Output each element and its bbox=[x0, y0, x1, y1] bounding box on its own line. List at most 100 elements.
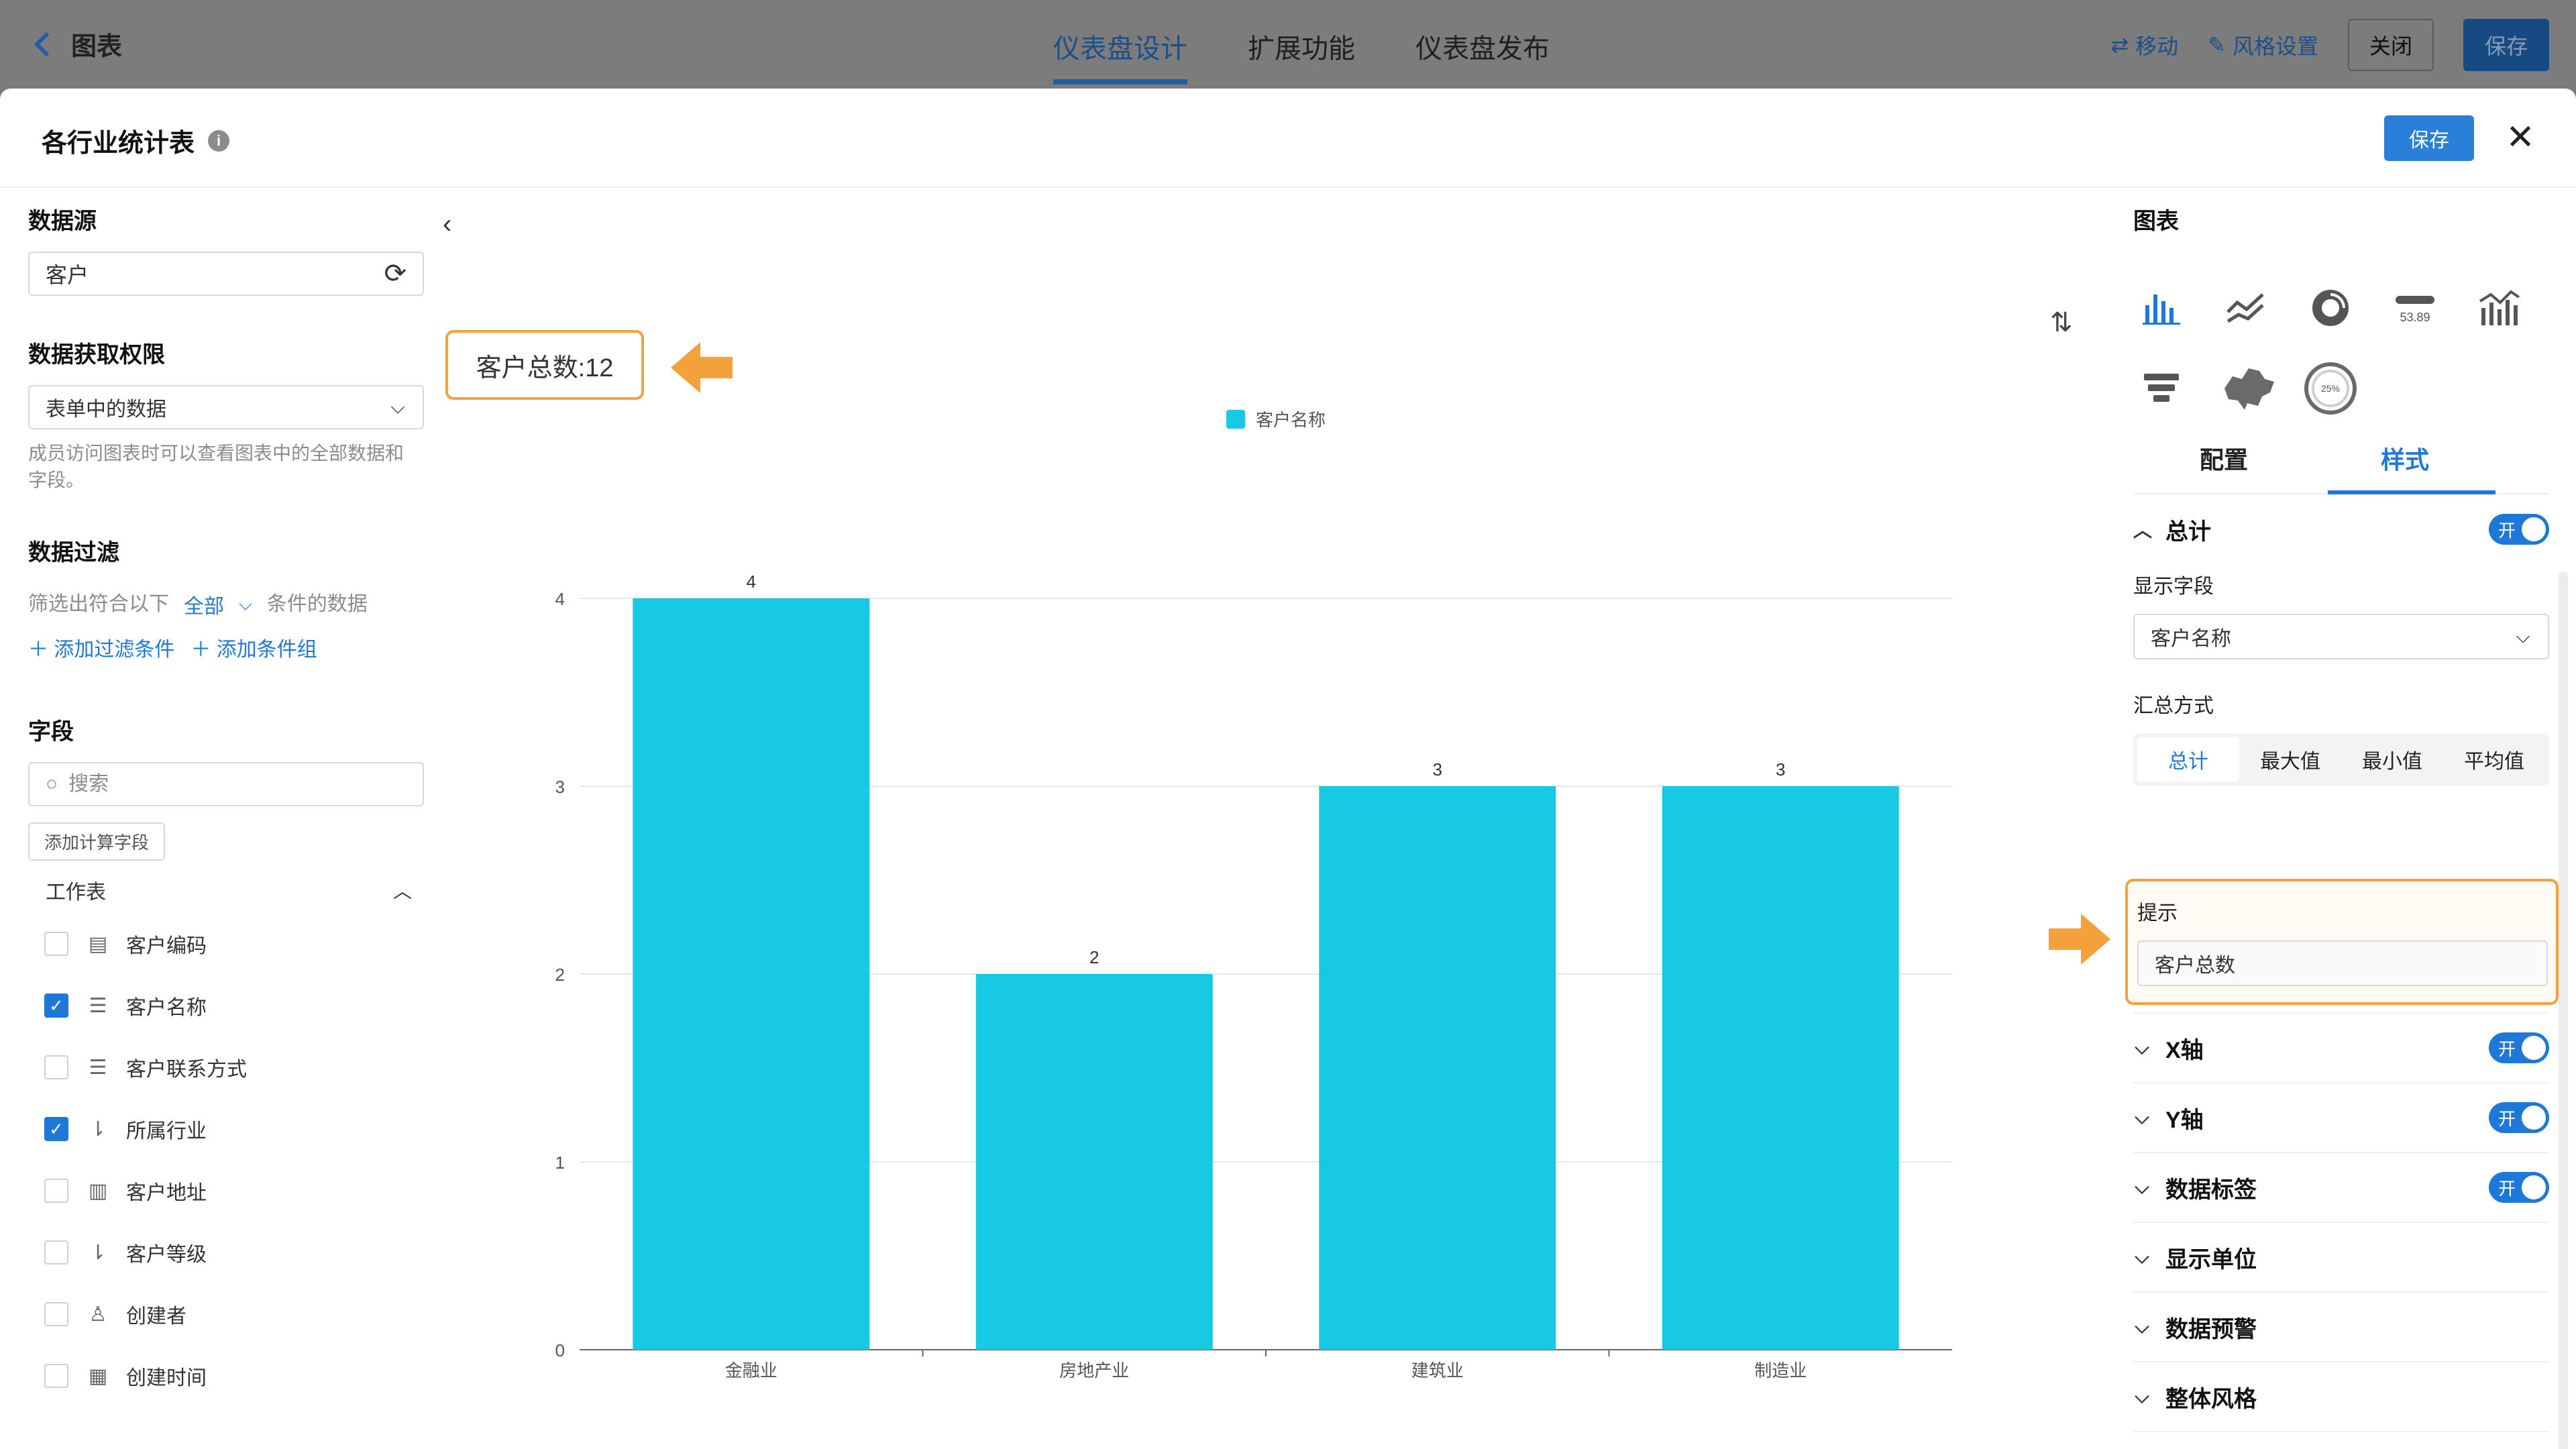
field-search[interactable]: ○ 搜索 bbox=[28, 762, 424, 806]
hint-value: 客户总数 bbox=[2155, 955, 2235, 977]
swap-axis-icon[interactable]: ⇅ bbox=[2050, 307, 2073, 338]
field-checkbox[interactable] bbox=[44, 1240, 68, 1265]
display-field-select[interactable]: 客户名称 ⌵ bbox=[2133, 614, 2549, 659]
text-icon: ☰ bbox=[89, 1056, 107, 1079]
info-icon[interactable]: i bbox=[208, 129, 230, 152]
filter-scope-select[interactable]: 全部 bbox=[184, 590, 224, 619]
add-group-button[interactable]: ＋ 添加条件组 bbox=[191, 633, 317, 662]
search-input[interactable]: 搜索 bbox=[68, 771, 109, 798]
summary-max-option[interactable]: 最大值 bbox=[2239, 737, 2341, 782]
left-panel: 数据源 客户 ⟳ 数据获取权限 表单中的数据 ⌵ 成员访问图表时可以查看图表中的… bbox=[28, 203, 424, 1407]
back-button[interactable]: 图表 bbox=[34, 25, 122, 62]
section-header: ⌵ X轴 bbox=[2133, 1032, 2203, 1065]
gauge-chart-type-icon[interactable]: 53.89 bbox=[2387, 282, 2443, 333]
field-item[interactable]: ☰ 客户联系方式 bbox=[44, 1036, 424, 1098]
field-label: 客户编码 bbox=[126, 935, 207, 957]
section-toggle[interactable]: 开 bbox=[2489, 1172, 2549, 1203]
field-checkbox[interactable] bbox=[44, 1364, 68, 1388]
chart-legend[interactable]: 客户名称 bbox=[1226, 407, 1326, 431]
style-section[interactable]: ⌵ 显示单位 bbox=[2133, 1223, 2549, 1293]
map-chart-type-icon[interactable] bbox=[2218, 363, 2274, 414]
y-tick-label: 1 bbox=[555, 1152, 565, 1173]
style-section[interactable]: ⌵ X轴 开 bbox=[2133, 1014, 2549, 1083]
move-button[interactable]: ⇄ 移动 bbox=[2110, 30, 2178, 60]
building-icon: ▥ bbox=[88, 1179, 108, 1202]
chevron-down-icon[interactable]: ⌵ bbox=[239, 594, 252, 615]
chevron-down-icon: ⌵ bbox=[2135, 1246, 2149, 1267]
sort-icon: ⇂ bbox=[89, 1118, 107, 1140]
filter-suffix: 条件的数据 bbox=[266, 593, 368, 615]
fields-title: 字段 bbox=[28, 719, 74, 745]
hint-label: 提示 bbox=[2137, 902, 2178, 924]
chart-editor-dialog: 各行业统计表 i 保存 ✕ 数据源 客户 ⟳ 数据获取权限 表单中的数据 ⌵ 成… bbox=[0, 89, 2576, 1449]
field-checkbox[interactable]: ✓ bbox=[44, 1117, 68, 1141]
move-icon: ⇄ bbox=[2110, 33, 2129, 57]
field-item[interactable]: ▦ 创建时间 bbox=[44, 1345, 424, 1407]
section-header: ⌵ 数据预警 bbox=[2133, 1311, 2257, 1344]
field-item[interactable]: ♙ 创建者 bbox=[44, 1283, 424, 1345]
legend-swatch bbox=[1226, 409, 1245, 429]
tab-extensions[interactable]: 扩展功能 bbox=[1248, 27, 1355, 85]
right-scrollbar[interactable] bbox=[2559, 572, 2568, 1449]
gauge-value-text: 53.89 bbox=[2400, 311, 2430, 324]
tab-style[interactable]: 样式 bbox=[2314, 441, 2496, 494]
toggle-label: 开 bbox=[2498, 1178, 2516, 1199]
funnel-chart-type-icon[interactable] bbox=[2133, 363, 2190, 414]
chevron-down-icon: ⌵ bbox=[2135, 1176, 2149, 1197]
total-toggle[interactable]: 开 bbox=[2489, 514, 2549, 545]
collapse-left-icon[interactable]: ‹ bbox=[443, 209, 451, 239]
close-icon[interactable]: ✕ bbox=[2504, 120, 2537, 155]
style-sections: ⌵图例开⌵X轴开⌵Y轴开⌵数据标签开⌵显示单位⌵数据预警⌵整体风格 bbox=[2133, 944, 2549, 1432]
bar bbox=[633, 598, 870, 1350]
field-label: 创建时间 bbox=[126, 1367, 207, 1389]
progress-ring-type-icon[interactable]: 25% bbox=[2302, 362, 2359, 415]
chart-type-title: 图表 bbox=[2133, 209, 2179, 234]
field-item[interactable]: ⇂ 客户等级 bbox=[44, 1222, 424, 1283]
tab-dashboard-design[interactable]: 仪表盘设计 bbox=[1053, 27, 1187, 85]
text-icon: ☰ bbox=[89, 994, 107, 1017]
section-toggle[interactable]: 开 bbox=[2489, 1032, 2549, 1063]
tab-dashboard-publish[interactable]: 仪表盘发布 bbox=[1415, 27, 1550, 85]
style-section[interactable]: ⌵ 数据标签 开 bbox=[2133, 1153, 2549, 1223]
bar bbox=[975, 974, 1213, 1350]
field-checkbox[interactable] bbox=[44, 1055, 68, 1079]
dialog-save-button[interactable]: 保存 bbox=[2384, 115, 2474, 161]
pie-chart-type-icon[interactable] bbox=[2302, 282, 2359, 333]
style-section[interactable]: ⌵ Y轴 开 bbox=[2133, 1083, 2549, 1153]
hint-input[interactable]: 客户总数 bbox=[2137, 941, 2548, 986]
field-item[interactable]: ✓ ⇂ 所属行业 bbox=[44, 1098, 424, 1160]
permission-value: 表单中的数据 bbox=[46, 398, 166, 421]
chevron-left-icon bbox=[34, 32, 59, 56]
bar-chart-type-icon[interactable] bbox=[2133, 282, 2190, 333]
move-label: 移动 bbox=[2135, 34, 2179, 58]
style-section[interactable]: ⌵ 数据预警 bbox=[2133, 1293, 2549, 1362]
field-item[interactable]: ✓ ☰ 客户名称 bbox=[44, 975, 424, 1036]
tab-config[interactable]: 配置 bbox=[2133, 441, 2314, 493]
refresh-icon[interactable]: ⟳ bbox=[384, 258, 407, 289]
field-checkbox[interactable] bbox=[44, 932, 68, 956]
field-checkbox[interactable] bbox=[44, 1302, 68, 1326]
field-checkbox[interactable] bbox=[44, 1179, 68, 1203]
style-section[interactable]: ⌵ 整体风格 bbox=[2133, 1362, 2549, 1432]
summary-total-option[interactable]: 总计 bbox=[2137, 737, 2239, 782]
summary-min-option[interactable]: 最小值 bbox=[2341, 737, 2443, 782]
line-chart-type-icon[interactable] bbox=[2218, 282, 2274, 333]
field-item[interactable]: ▥ 客户地址 bbox=[44, 1160, 424, 1222]
add-calc-field-button[interactable]: 添加计算字段 bbox=[28, 822, 166, 861]
combo-chart-type-icon[interactable] bbox=[2471, 282, 2528, 333]
field-item[interactable]: ▤ 客户编码 bbox=[44, 913, 424, 975]
sheet-group[interactable]: 工作表 ︿ bbox=[28, 875, 424, 905]
bar bbox=[1662, 786, 1899, 1350]
section-toggle[interactable]: 开 bbox=[2489, 1102, 2549, 1133]
datasource-select[interactable]: 客户 ⟳ bbox=[28, 252, 424, 296]
summary-avg-option[interactable]: 平均值 bbox=[2443, 737, 2545, 782]
field-checkbox[interactable]: ✓ bbox=[44, 994, 68, 1018]
section-total-label: 总计 bbox=[2165, 519, 2211, 545]
section-total[interactable]: ︿ 总计 开 bbox=[2133, 494, 2549, 564]
style-settings-button[interactable]: ✎ 风格设置 bbox=[2208, 30, 2318, 60]
chevron-down-icon: ⌵ bbox=[2135, 1036, 2149, 1058]
permission-select[interactable]: 表单中的数据 ⌵ bbox=[28, 385, 424, 429]
save-button[interactable]: 保存 bbox=[2463, 19, 2549, 71]
close-button[interactable]: 关闭 bbox=[2347, 19, 2434, 71]
add-filter-button[interactable]: ＋ 添加过滤条件 bbox=[28, 633, 174, 662]
